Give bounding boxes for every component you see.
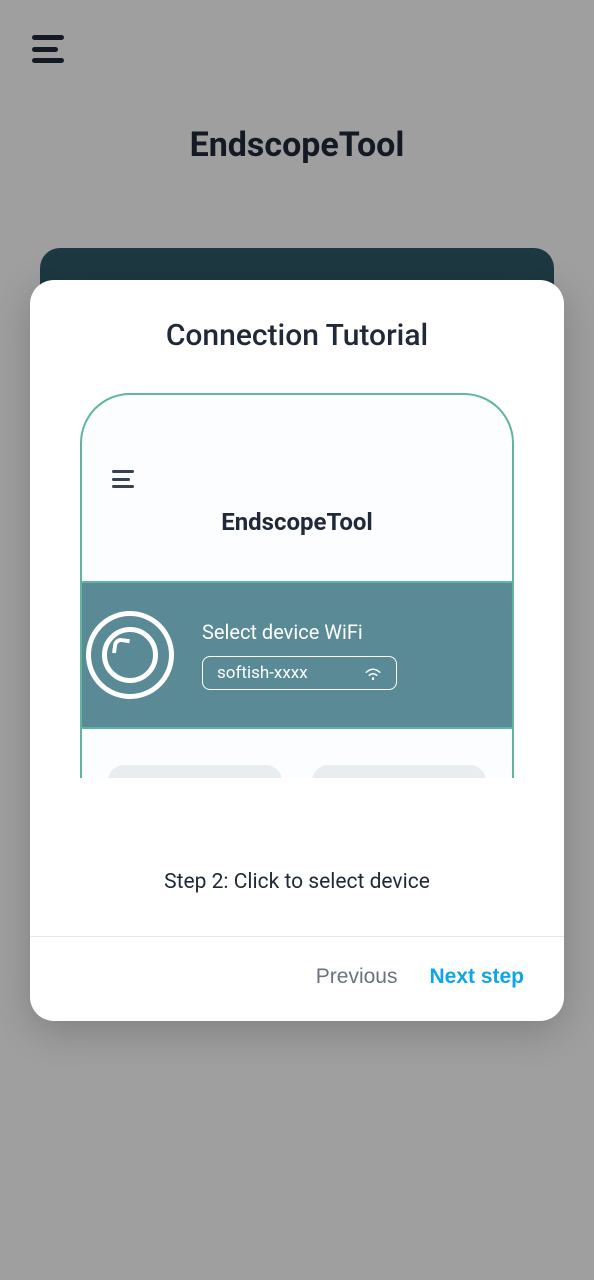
tutorial-bottom-cards (108, 765, 486, 778)
wifi-icon (364, 666, 382, 680)
previous-button[interactable]: Previous (316, 965, 398, 989)
wifi-selection-card: Select device WiFi softish-xxxx (80, 581, 514, 729)
dialog-footer: Previous Next step (30, 936, 564, 1021)
wifi-dropdown: softish-xxxx (202, 656, 397, 690)
dialog-title: Connection Tutorial (30, 280, 564, 383)
tutorial-illustration: EndscopeTool Select device WiFi softish-… (80, 393, 514, 778)
wifi-label: Select device WiFi (202, 620, 508, 644)
next-step-button[interactable]: Next step (429, 965, 524, 989)
step-description: Step 2: Click to select device (30, 778, 564, 936)
wifi-name: softish-xxxx (217, 663, 308, 683)
camera-lens-icon (86, 611, 174, 699)
tutorial-app-title: EndscopeTool (82, 508, 512, 536)
tutorial-card-left (108, 765, 282, 778)
tutorial-dialog: Connection Tutorial EndscopeTool Select … (30, 280, 564, 1021)
tutorial-card-right (312, 765, 486, 778)
tutorial-menu-icon (112, 470, 134, 488)
